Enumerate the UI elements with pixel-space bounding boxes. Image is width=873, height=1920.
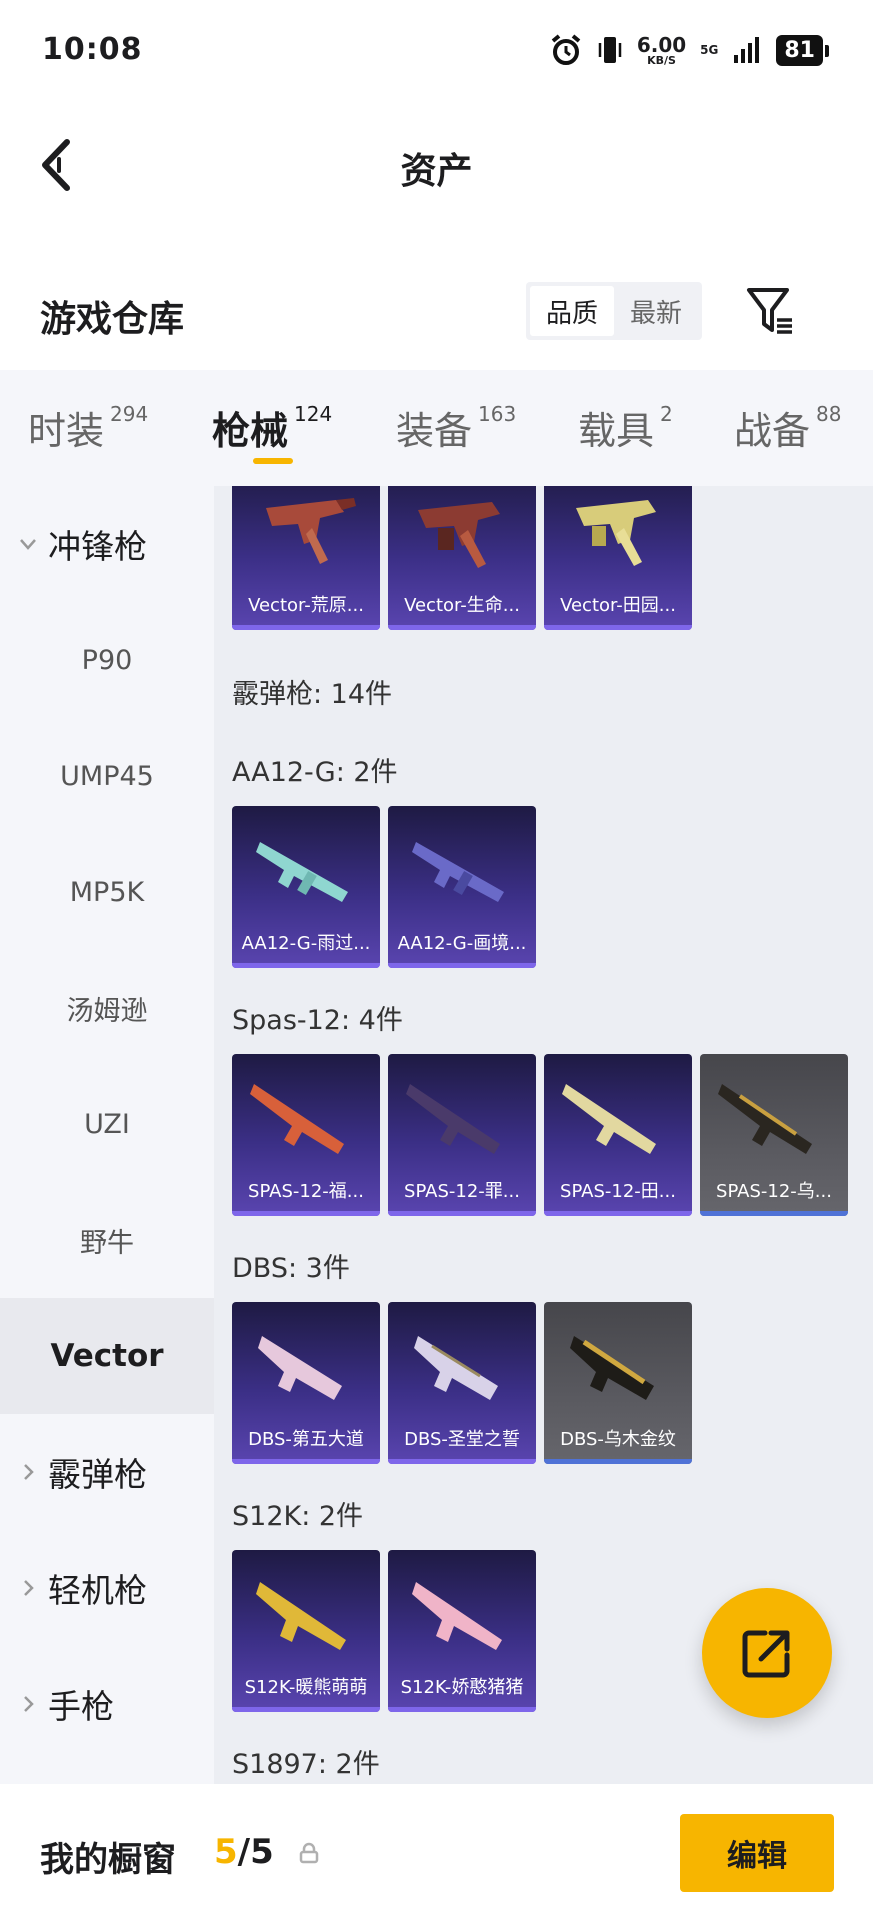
smg-skin-image [418, 502, 500, 568]
item-card[interactable]: DBS-第五大道 [232, 1302, 380, 1464]
group-header: Spas-12: 4件 [232, 1005, 403, 1036]
battery-indicator: 81 [776, 34, 829, 66]
group-header: DBS: 3件 [232, 1253, 350, 1284]
chevron-right-icon [24, 1580, 34, 1596]
active-tab-indicator [253, 458, 293, 464]
item-card[interactable]: SPAS-12-田... [544, 1054, 692, 1216]
item-card[interactable]: S12K-娇憨猪猪 [388, 1550, 536, 1712]
sidebar-group-lmg[interactable]: 轻机枪 [0, 1530, 214, 1646]
chevron-right-icon [24, 1464, 34, 1480]
item-card[interactable]: AA12-G-雨过... [232, 806, 380, 968]
alarm-icon [551, 34, 581, 65]
item-card[interactable]: AA12-G-画境... [388, 806, 536, 968]
group-header: AA12-G: 2件 [232, 757, 398, 788]
tab-vehicles[interactable]: 载具 2 [578, 400, 673, 455]
shotgun-skin-image [562, 1084, 656, 1154]
warehouse-title: 游戏仓库 [40, 299, 185, 340]
status-time: 10:08 [42, 32, 143, 67]
shotgun-skin-image [412, 1582, 502, 1650]
status-icons: 6.00 KB/S 5G 81 [549, 30, 829, 70]
shotgun-skin-image [406, 1084, 500, 1154]
item-card[interactable]: Vector-生命... [388, 486, 536, 630]
smg-skin-image [266, 498, 356, 564]
showcase-label: 我的橱窗 [40, 1840, 176, 1880]
lock-icon [299, 1842, 319, 1864]
shotgun-skin-image [412, 842, 504, 902]
category-count-label: 霰弹枪: 14件 [232, 679, 393, 710]
sort-latest-option[interactable]: 最新 [614, 286, 698, 336]
nav-bar: 资产 [0, 100, 873, 230]
sidebar-item-vector[interactable]: Vector [0, 1298, 214, 1414]
category-tabs: 时装 294 枪械 124 装备 163 载具 2 战备 88 [0, 370, 873, 486]
chevron-right-icon [24, 1696, 34, 1712]
share-fab[interactable] [702, 1588, 832, 1718]
edit-button[interactable]: 编辑 [680, 1814, 834, 1892]
item-card[interactable]: DBS-圣堂之誓 [388, 1302, 536, 1464]
shotgun-skin-image [258, 1336, 342, 1400]
shotgun-skin-image [256, 1582, 346, 1650]
warehouse-header: 游戏仓库 品质 最新 [0, 260, 873, 370]
net-speed: 6.00 KB/S [636, 32, 687, 67]
sidebar-group-smg[interactable]: 冲锋枪 [0, 486, 214, 602]
sidebar-group-pistol[interactable]: 手枪 [0, 1646, 214, 1762]
shotgun-skin-image [414, 1336, 498, 1400]
sidebar-item-mp5k[interactable]: MP5K [0, 834, 214, 950]
sort-quality-option[interactable]: 品质 [530, 286, 614, 336]
sidebar-item-thompson[interactable]: 汤姆逊 [0, 950, 214, 1066]
sidebar-item-uzi[interactable]: UZI [0, 1066, 214, 1182]
tab-firearms[interactable]: 枪械 124 [212, 400, 332, 455]
item-card[interactable]: SPAS-12-福... [232, 1054, 380, 1216]
item-card[interactable]: SPAS-12-乌... [700, 1054, 848, 1216]
showcase-count: 5/5 [214, 1832, 274, 1872]
item-card[interactable]: SPAS-12-罪... [388, 1054, 536, 1216]
sidebar: 冲锋枪 P90 UMP45 MP5K 汤姆逊 UZI 野牛 Vector 霰弹枪… [0, 486, 214, 1784]
filter-icon[interactable] [744, 284, 796, 336]
sidebar-item-ump45[interactable]: UMP45 [0, 718, 214, 834]
tab-fashion[interactable]: 时装 294 [28, 400, 148, 455]
group-header: S12K: 2件 [232, 1501, 364, 1532]
bottom-bar: 我的橱窗 5/5 编辑 [0, 1784, 873, 1920]
shotgun-skin-image [718, 1084, 812, 1154]
smg-skin-image [576, 500, 656, 566]
shotgun-skin-image [256, 842, 348, 902]
sidebar-group-shotgun[interactable]: 霰弹枪 [0, 1414, 214, 1530]
signal-icon [734, 37, 760, 63]
item-card[interactable]: DBS-乌木金纹 [544, 1302, 692, 1464]
status-bar: 10:08 6.00 KB/S 5G 81 [0, 0, 873, 100]
share-out-icon [742, 1630, 790, 1678]
shotgun-skin-image [570, 1336, 654, 1400]
network-type: 5G [700, 43, 719, 57]
vibrate-icon [598, 37, 622, 63]
page-title: 资产 [400, 151, 473, 192]
sort-toggle: 品质 最新 [526, 282, 702, 340]
shotgun-skin-image [250, 1084, 344, 1154]
item-card[interactable]: S12K-暖熊萌萌 [232, 1550, 380, 1712]
item-card[interactable]: Vector-荒原... [232, 486, 380, 630]
chevron-down-icon [20, 539, 36, 550]
tab-supplies[interactable]: 战备 88 [734, 400, 841, 455]
sidebar-item-bizon[interactable]: 野牛 [0, 1182, 214, 1298]
sidebar-item-p90[interactable]: P90 [0, 602, 214, 718]
tab-equipment[interactable]: 装备 163 [396, 400, 516, 455]
group-header: S1897: 2件 [232, 1749, 380, 1780]
item-card[interactable]: Vector-田园... [544, 486, 692, 630]
